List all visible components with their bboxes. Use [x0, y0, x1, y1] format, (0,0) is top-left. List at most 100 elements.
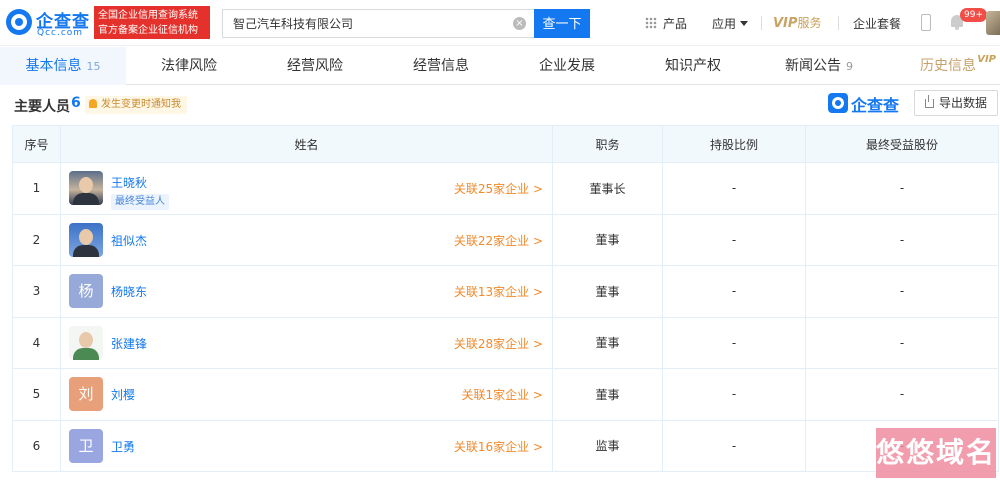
avatar[interactable]: 卫 [69, 428, 103, 463]
search-button[interactable]: 查一下 [534, 9, 590, 38]
share-ratio: - [662, 419, 806, 472]
tab-legal-risk[interactable]: 法律风险 [126, 47, 252, 85]
name-cell: 王晓秋 最终受益人 关联25家企业 > [60, 162, 553, 215]
tab-label: 新闻公告 [785, 58, 841, 74]
name-cell: 卫 卫勇 关联16家企业 > [60, 419, 553, 472]
share-ratio: - [662, 265, 806, 318]
related-companies-link[interactable]: 关联22家企业 > [454, 232, 543, 249]
search-input[interactable] [223, 10, 503, 37]
final-benefit: - [805, 316, 999, 369]
header-share-ratio: 持股比例 [662, 125, 806, 163]
final-benefit: - [805, 368, 999, 421]
related-companies-link[interactable]: 关联1家企业 > [461, 386, 543, 403]
position: 董事 [552, 213, 663, 266]
tab-business-info[interactable]: 经营信息 [378, 47, 504, 85]
tab-ip[interactable]: 知识产权 [630, 47, 756, 85]
export-data-button[interactable]: 导出数据 [914, 90, 998, 116]
name-cell: 刘 刘樱 关联1家企业 > [60, 368, 553, 421]
clear-icon[interactable]: × [513, 17, 526, 30]
section-title: 主要人员 [14, 99, 70, 115]
nav-enterprise-package[interactable]: 企业套餐 [853, 15, 901, 32]
person-name[interactable]: 祖似杰 [111, 232, 147, 249]
tab-label: 基本信息 [25, 58, 82, 74]
final-benefit: - [805, 213, 999, 266]
key-personnel-table: 序号 姓名 职务 持股比例 最终受益股份 1 王晓秋 最终受益人 关联25家企业… [12, 125, 999, 472]
position: 监事 [552, 419, 663, 472]
row-index: 3 [12, 265, 61, 318]
related-companies-link[interactable]: 关联16家企业 > [454, 438, 543, 455]
person-name[interactable]: 杨晓东 [111, 283, 147, 300]
qcc-mark-icon [828, 93, 848, 113]
logo-sub: Qcc.com [37, 28, 84, 38]
share-ratio: - [662, 162, 806, 215]
related-companies-link[interactable]: 关联28家企业 > [454, 335, 543, 352]
export-icon [924, 95, 934, 108]
header-position: 职务 [552, 125, 663, 163]
tab-development[interactable]: 企业发展 [504, 47, 630, 85]
person-name[interactable]: 刘樱 [111, 386, 135, 403]
avatar[interactable] [69, 222, 103, 257]
name-cell: 杨 杨晓东 关联13家企业 > [60, 265, 553, 318]
related-companies-link[interactable]: 关联25家企业 > [454, 180, 543, 197]
position: 董事 [552, 368, 663, 421]
name-cell: 祖似杰 关联22家企业 > [60, 213, 553, 266]
tab-label: 知识产权 [665, 58, 721, 74]
nav-apps[interactable]: 应用 [712, 15, 749, 32]
table-row: 5 刘 刘樱 关联1家企业 > 董事 - - [12, 368, 999, 421]
table-row: 3 杨 杨晓东 关联13家企业 > 董事 - - [12, 265, 999, 318]
user-avatar[interactable] [986, 11, 1000, 35]
share-ratio: - [662, 316, 806, 369]
tab-label: 法律风险 [161, 58, 217, 74]
tab-history[interactable]: 历史信息 VIP [900, 47, 996, 85]
top-bar: 企查查 Qcc.com 全国企业信用查询系统 官方备案企业征信机构 × 查一下 … [0, 0, 1000, 46]
table-row: 6 卫 卫勇 关联16家企业 > 监事 - - [12, 419, 999, 472]
person-name[interactable]: 张建锋 [111, 335, 147, 352]
logo-mark-icon [6, 9, 32, 35]
name-cell: 张建锋 关联28家企业 > [60, 316, 553, 369]
header-final-benefit: 最终受益股份 [805, 125, 999, 163]
nav-products[interactable]: 产品 [645, 15, 687, 32]
cert-line-2: 官方备案企业征信机构 [98, 25, 198, 36]
vip-service-label: 服务 [797, 16, 822, 30]
row-index: 1 [12, 162, 61, 215]
avatar[interactable] [69, 325, 103, 360]
avatar[interactable]: 刘 [69, 377, 103, 412]
row-index: 4 [12, 316, 61, 369]
tab-news[interactable]: 新闻公告 9 [756, 47, 882, 85]
tab-count: 15 [86, 60, 101, 73]
change-notify-button[interactable]: 发生变更时通知我 [85, 96, 187, 114]
nav-vip-service[interactable]: VIP服务 [773, 14, 821, 31]
position: 董事 [552, 316, 663, 369]
header-index: 序号 [12, 125, 61, 163]
qcc-brand-text: 企查查 [851, 96, 900, 115]
tab-label: 经营信息 [413, 58, 469, 74]
section-tabs: 基本信息 15 法律风险 经营风险 经营信息 企业发展 知识产权 新闻公告 9 历史… [0, 47, 1000, 85]
person-name[interactable]: 卫勇 [111, 438, 135, 455]
table-row: 4 张建锋 关联28家企业 > 董事 - - [12, 316, 999, 369]
table-header-row: 序号 姓名 职务 持股比例 最终受益股份 [12, 125, 999, 163]
nav-apps-label: 应用 [712, 17, 737, 31]
notification-badge: 99+ [960, 8, 987, 22]
certification-badge[interactable]: 全国企业信用查询系统 官方备案企业征信机构 [94, 6, 210, 39]
share-ratio: - [662, 213, 806, 266]
row-index: 2 [12, 213, 61, 266]
person-name[interactable]: 王晓秋 [111, 174, 147, 191]
tab-business-risk[interactable]: 经营风险 [252, 47, 378, 85]
tab-count: 9 [846, 60, 853, 73]
section-count: 6 [71, 95, 81, 111]
phone-icon[interactable] [921, 14, 931, 31]
vip-label: VIP [773, 16, 798, 31]
qcc-logo[interactable]: 企查查 Qcc.com [6, 6, 92, 40]
row-index: 5 [12, 368, 61, 421]
notice-label: 发生变更时通知我 [101, 99, 181, 110]
cert-line-1: 全国企业信用查询系统 [98, 10, 198, 21]
tab-label: 经营风险 [287, 58, 343, 74]
avatar[interactable]: 杨 [69, 274, 103, 309]
header-name: 姓名 [60, 125, 553, 163]
related-companies-link[interactable]: 关联13家企业 > [454, 283, 543, 300]
final-benefit: - [805, 265, 999, 318]
tab-basic-info[interactable]: 基本信息 15 [0, 47, 126, 85]
share-ratio: - [662, 368, 806, 421]
avatar[interactable] [69, 171, 103, 206]
divider [761, 16, 762, 30]
